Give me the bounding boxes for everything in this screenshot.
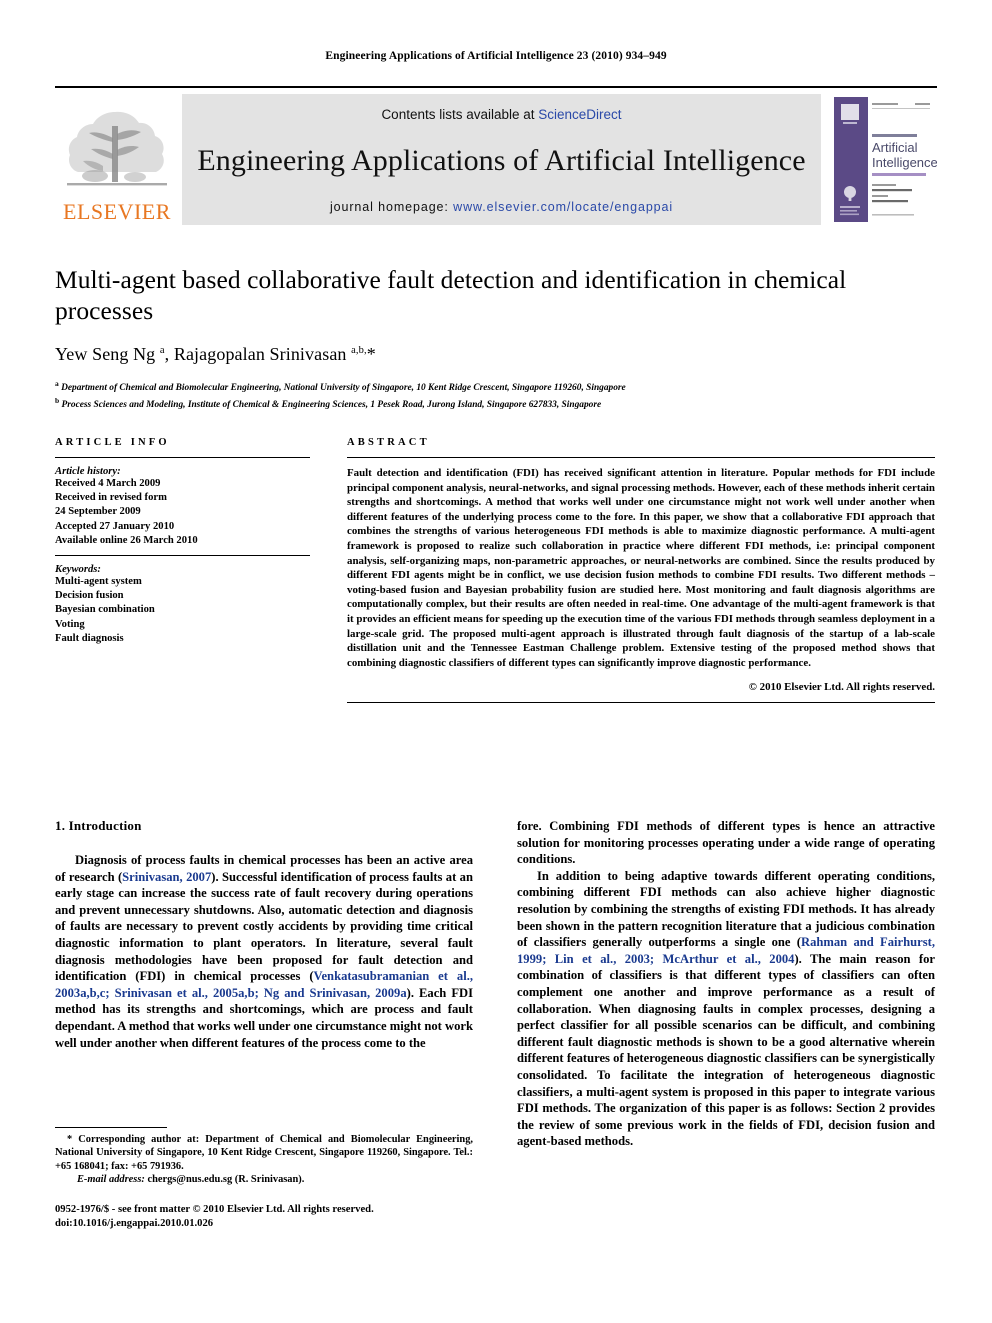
body-column-right: fore. Combining FDI methods of different… [517,818,935,1150]
affiliation-b: b Process Sciences and Modeling, Institu… [55,395,935,412]
abstract-column: ABSTRACT Fault detection and identificat… [347,437,935,704]
corresponding-author-note: * Corresponding author at: Department of… [55,1134,473,1172]
abstract-top-rule [347,457,935,458]
footnote-divider [55,1127,167,1128]
issn-line: 0952-1976/$ - see front matter © 2010 El… [55,1203,374,1215]
running-head: Engineering Applications of Artificial I… [325,50,667,62]
section-heading-introduction: 1. Introduction [55,818,142,833]
masthead-center-panel: Contents lists available at ScienceDirec… [182,94,821,225]
elsevier-logo: ELSEVIER [55,94,179,225]
article-history-online: Available online 26 March 2010 [55,534,198,546]
article-info-heading: ARTICLE INFO [55,437,170,448]
article-history-revised: Received in revised form [55,492,167,504]
doi-line[interactable]: doi:10.1016/j.engappai.2010.01.026 [55,1217,473,1231]
journal-homepage-line: journal homepage: www.elsevier.com/locat… [330,200,673,214]
email-address[interactable]: chergs@nus.edu.sg (R. Srinivasan). [147,1174,304,1185]
abstract-bottom-rule [347,702,935,704]
elsevier-tree-icon [67,111,167,186]
affiliation-marker-a: a [55,379,59,388]
affiliation-text-a: Department of Chemical and Biomolecular … [61,383,626,394]
issn-copyright-block: 0952-1976/$ - see front matter © 2010 El… [55,1203,473,1231]
keyword-item: Bayesian combination [55,604,155,616]
article-history-revised-date: 24 September 2009 [55,506,141,518]
keywords-list: Multi-agent system Decision fusion Bayes… [55,575,310,646]
keyword-item: Decision fusion [55,590,124,602]
abstract-heading: ABSTRACT [347,437,430,448]
keywords-label: Keywords: [55,564,101,576]
body-paragraph: Diagnosis of process faults in chemical … [55,853,474,1050]
svg-text:Intelligence: Intelligence [872,155,937,170]
contents-available-line: Contents lists available at ScienceDirec… [381,107,621,122]
affiliation-text-b: Process Sciences and Modeling, Institute… [61,399,602,410]
journal-cover-image: Artificial Intelligence [831,94,938,225]
abstract-copyright: © 2010 Elsevier Ltd. All rights reserved… [748,681,935,694]
journal-homepage-link[interactable]: www.elsevier.com/locate/engappai [453,200,673,214]
svg-text:Artificial: Artificial [872,140,918,155]
elsevier-wordmark: ELSEVIER [63,199,171,224]
email-label: E-mail address: [77,1174,145,1186]
keyword-item: Multi-agent system [55,576,142,588]
article-page: Engineering Applications of Artificial I… [0,0,992,1323]
article-info-mid-rule [55,555,310,557]
title-block: Multi-agent based collaborative fault de… [55,264,935,411]
email-note: E-mail address: chergs@nus.edu.sg (R. Sr… [55,1173,473,1186]
sciencedirect-link[interactable]: ScienceDirect [538,107,621,122]
affiliation-a: a Department of Chemical and Biomolecula… [55,378,935,395]
affiliation-list: a Department of Chemical and Biomolecula… [55,378,935,411]
homepage-prefix: journal homepage: [329,200,454,214]
journal-title: Engineering Applications of Artificial I… [197,144,806,177]
abstract-text: Fault detection and identification (FDI)… [347,467,935,669]
info-abstract-section: ARTICLE INFO Article history: Received 4… [55,437,935,704]
article-history-accepted: Accepted 27 January 2010 [55,520,175,532]
article-info-top-rule [55,457,310,458]
body-paragraph: fore. Combining FDI methods of different… [517,819,935,867]
article-history-label: Article history: [55,466,121,477]
journal-cover-thumbnail: Artificial Intelligence [831,94,938,225]
page-title: Multi-agent based collaborative fault de… [55,265,847,325]
author-list: Yew Seng Ng a, Rajagopalan Srinivasan a,… [55,344,376,364]
journal-masthead: ELSEVIER Contents lists available at Sci… [55,86,938,225]
affiliation-marker-b: b [55,395,60,405]
article-history-received: Received 4 March 2009 [55,478,161,489]
body-column-left: 1. Introduction Diagnosis of process fau… [55,818,473,1150]
keyword-item: Fault diagnosis [55,632,124,644]
article-info-column: ARTICLE INFO Article history: Received 4… [55,437,310,703]
body-paragraph: In addition to being adaptive towards di… [517,868,935,1149]
keyword-item: Voting [55,618,85,630]
contents-prefix: Contents lists available at [381,107,539,122]
body-columns: 1. Introduction Diagnosis of process fau… [55,818,935,1150]
footnote-block: * Corresponding author at: Department of… [55,1127,473,1231]
